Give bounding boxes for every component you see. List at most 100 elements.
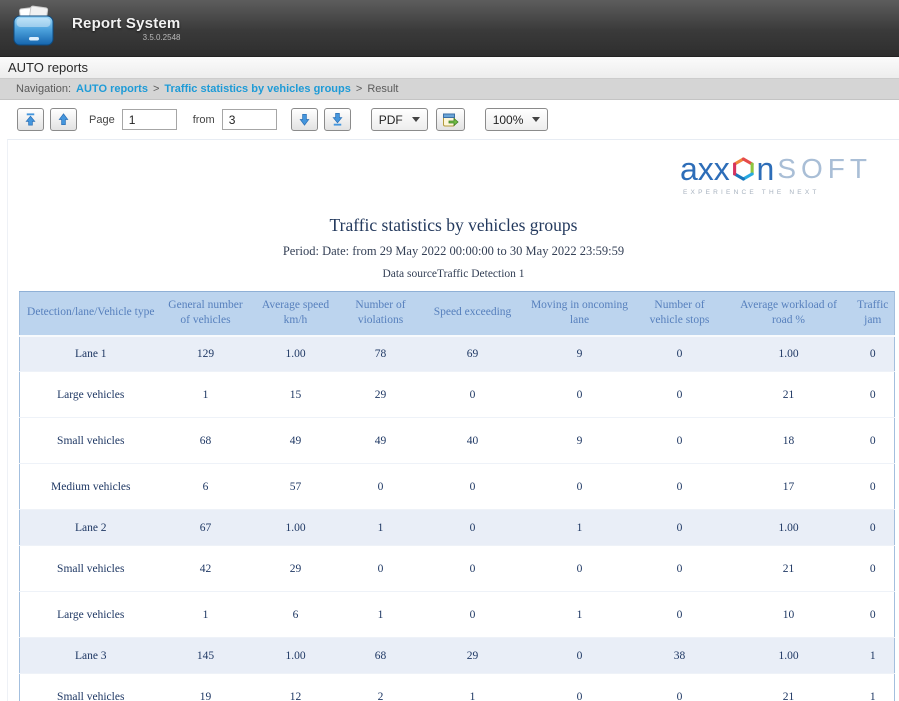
- table-cell: 21: [726, 372, 852, 418]
- vehicle-row: Large vehicles161010100: [20, 592, 895, 638]
- report-title: Traffic statistics by vehicles groups: [8, 215, 899, 236]
- table-cell: 1.00: [726, 336, 852, 372]
- axxonsoft-logo-text: n: [757, 153, 775, 185]
- next-page-icon: [297, 112, 312, 127]
- table-cell: 0: [852, 372, 895, 418]
- table-cell: 0: [420, 372, 526, 418]
- table-cell: 19: [162, 674, 250, 701]
- table-cell: 0: [634, 592, 726, 638]
- export-button[interactable]: [436, 108, 465, 131]
- breadcrumb-link-traffic-statistics[interactable]: Traffic statistics by vehicles groups: [164, 83, 350, 95]
- column-header: Average speed km/h: [250, 292, 342, 336]
- table-cell: Lane 1: [20, 336, 162, 372]
- table-cell: 68: [162, 418, 250, 464]
- axxonsoft-logo: axx n SOFT EXPERIENCE THE NEXT: [680, 153, 872, 196]
- table-cell: 1.00: [726, 510, 852, 546]
- export-format-select[interactable]: PDF: [371, 108, 428, 131]
- table-cell: 0: [526, 464, 634, 510]
- previous-page-icon: [56, 112, 71, 127]
- table-cell: 145: [162, 638, 250, 674]
- section-bar: AUTO reports: [0, 57, 899, 79]
- table-cell: Small vehicles: [20, 418, 162, 464]
- table-cell: 1: [526, 510, 634, 546]
- app-version: 3.5.0.2548: [72, 33, 180, 42]
- table-cell: Large vehicles: [20, 372, 162, 418]
- table-header-row: Detection/lane/Vehicle typeGeneral numbe…: [20, 292, 895, 336]
- lane-row: Lane 31451.0068290381.001: [20, 638, 895, 674]
- first-page-button[interactable]: [17, 108, 44, 131]
- table-cell: 0: [852, 592, 895, 638]
- report-toolbar: Page from PDF 100%: [0, 100, 899, 139]
- table-cell: Lane 2: [20, 510, 162, 546]
- column-header: Average workload of road %: [726, 292, 852, 336]
- breadcrumb-link-auto-reports[interactable]: AUTO reports: [76, 83, 148, 95]
- table-cell: 0: [852, 464, 895, 510]
- table-cell: 42: [162, 546, 250, 592]
- table-cell: 49: [342, 418, 420, 464]
- table-cell: Large vehicles: [20, 592, 162, 638]
- report-data-source: Data sourceTraffic Detection 1: [8, 268, 899, 280]
- report-system-logo-icon: [9, 5, 59, 51]
- table-cell: 1: [852, 674, 895, 701]
- column-header: Number of vehicle stops: [634, 292, 726, 336]
- table-cell: 0: [634, 418, 726, 464]
- table-cell: 17: [726, 464, 852, 510]
- breadcrumb-label: Navigation:: [16, 83, 71, 95]
- table-cell: 18: [726, 418, 852, 464]
- zoom-value: 100%: [493, 113, 524, 127]
- traffic-statistics-table: Detection/lane/Vehicle typeGeneral numbe…: [19, 291, 895, 701]
- table-cell: 1: [420, 674, 526, 701]
- chevron-down-icon: [532, 117, 540, 122]
- table-cell: 1.00: [250, 510, 342, 546]
- table-cell: Small vehicles: [20, 674, 162, 701]
- lane-row: Lane 11291.007869901.000: [20, 336, 895, 372]
- table-cell: 29: [420, 638, 526, 674]
- last-page-button[interactable]: [324, 108, 351, 131]
- vehicle-row: Small vehicles42290000210: [20, 546, 895, 592]
- table-cell: 15: [250, 372, 342, 418]
- report-period: Period: Date: from 29 May 2022 00:00:00 …: [8, 244, 899, 259]
- table-cell: 0: [420, 592, 526, 638]
- table-cell: 0: [634, 674, 726, 701]
- vehicle-row: Large vehicles11529000210: [20, 372, 895, 418]
- section-title: AUTO reports: [8, 60, 88, 75]
- table-cell: 1: [526, 592, 634, 638]
- table-cell: Medium vehicles: [20, 464, 162, 510]
- table-cell: 69: [420, 336, 526, 372]
- table-body: Lane 11291.007869901.000Large vehicles11…: [20, 336, 895, 701]
- column-header: Detection/lane/Vehicle type: [20, 292, 162, 336]
- table-cell: 9: [526, 336, 634, 372]
- zoom-select[interactable]: 100%: [485, 108, 549, 131]
- table-cell: 9: [526, 418, 634, 464]
- column-header: Moving in oncoming lane: [526, 292, 634, 336]
- table-cell: 1: [162, 592, 250, 638]
- table-cell: 0: [342, 464, 420, 510]
- column-header: Number of violations: [342, 292, 420, 336]
- table-cell: 1: [342, 592, 420, 638]
- table-cell: 0: [852, 546, 895, 592]
- table-cell: 38: [634, 638, 726, 674]
- table-cell: Lane 3: [20, 638, 162, 674]
- export-format-value: PDF: [379, 113, 403, 127]
- table-cell: 0: [634, 510, 726, 546]
- table-cell: 1.00: [250, 638, 342, 674]
- table-cell: 21: [726, 674, 852, 701]
- table-cell: 0: [420, 546, 526, 592]
- table-cell: 67: [162, 510, 250, 546]
- table-cell: 68: [342, 638, 420, 674]
- table-cell: 6: [250, 592, 342, 638]
- total-pages-input[interactable]: [222, 109, 277, 130]
- next-page-button[interactable]: [291, 108, 318, 131]
- vehicle-row: Small vehicles19122100211: [20, 674, 895, 701]
- table-cell: 0: [342, 546, 420, 592]
- table-cell: 0: [634, 464, 726, 510]
- table-cell: 57: [250, 464, 342, 510]
- page-input[interactable]: [122, 109, 177, 130]
- column-header: Speed exceeding: [420, 292, 526, 336]
- previous-page-button[interactable]: [50, 108, 77, 131]
- chevron-down-icon: [412, 117, 420, 122]
- table-cell: 0: [634, 336, 726, 372]
- table-cell: 40: [420, 418, 526, 464]
- table-cell: 0: [852, 336, 895, 372]
- table-cell: 0: [526, 546, 634, 592]
